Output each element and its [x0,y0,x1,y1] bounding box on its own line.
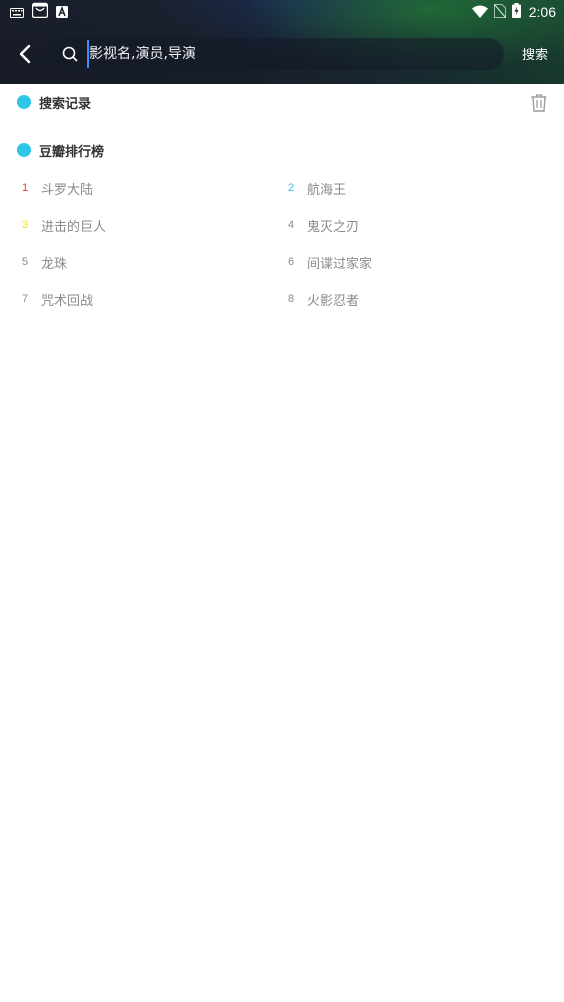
ranking-item[interactable]: 5 龙珠 [15,245,265,279]
ranking-section-header: 豆瓣排行榜 [17,140,104,160]
no-sim-icon [493,3,507,22]
ranking-item[interactable]: 3 进击的巨人 [15,208,265,242]
battery-charging-icon [511,2,521,22]
ranking-item[interactable]: 2 航海王 [281,171,531,205]
status-time: 2:06 [528,4,556,20]
ranking-title: 豆瓣排行榜 [39,144,105,160]
rank-number: 7 [21,293,29,305]
rank-title: 进击的巨人 [41,219,107,235]
rank-number: 3 [21,219,29,231]
ranking-item[interactable]: 6 间谍过家家 [281,245,531,279]
rank-number: 5 [21,256,29,268]
rank-number: 1 [21,182,29,194]
ranking-item[interactable]: 1 斗罗大陆 [15,171,265,205]
search-icon [61,45,79,63]
back-button[interactable] [12,40,38,68]
bullet-dot [17,95,31,109]
status-bar: 2:06 [0,0,564,24]
text-a-icon [56,3,68,22]
chevron-left-icon [19,44,31,64]
status-left-icons [10,2,68,22]
rank-number: 8 [287,293,295,305]
history-title: 搜索记录 [39,96,92,112]
rank-title: 龙珠 [41,256,68,272]
ranking-item[interactable]: 4 鬼灭之刃 [281,208,531,242]
rank-title: 航海王 [307,182,347,198]
search-input[interactable] [87,40,504,68]
store-icon [31,2,49,22]
rank-title: 斗罗大陆 [41,182,94,198]
rank-title: 鬼灭之刃 [307,219,360,235]
search-box[interactable] [48,38,504,70]
rank-number: 2 [287,182,295,194]
wifi-icon [471,3,488,22]
rank-title: 火影忍者 [307,293,360,309]
rank-number: 6 [287,256,295,268]
clear-history-button[interactable] [528,92,550,114]
search-toolbar: 搜索 [0,30,564,78]
bullet-dot [17,143,31,157]
ranking-item[interactable]: 7 咒术回战 [15,282,265,316]
rank-title: 间谍过家家 [307,256,373,272]
trash-icon [531,94,547,112]
rank-number: 4 [287,219,295,231]
history-section-header: 搜索记录 [17,92,91,112]
search-button[interactable]: 搜索 [515,44,555,64]
keyboard-icon [10,3,24,22]
status-right-icons: 2:06 [471,2,556,22]
ranking-item[interactable]: 8 火影忍者 [281,282,531,316]
rank-title: 咒术回战 [41,293,94,309]
